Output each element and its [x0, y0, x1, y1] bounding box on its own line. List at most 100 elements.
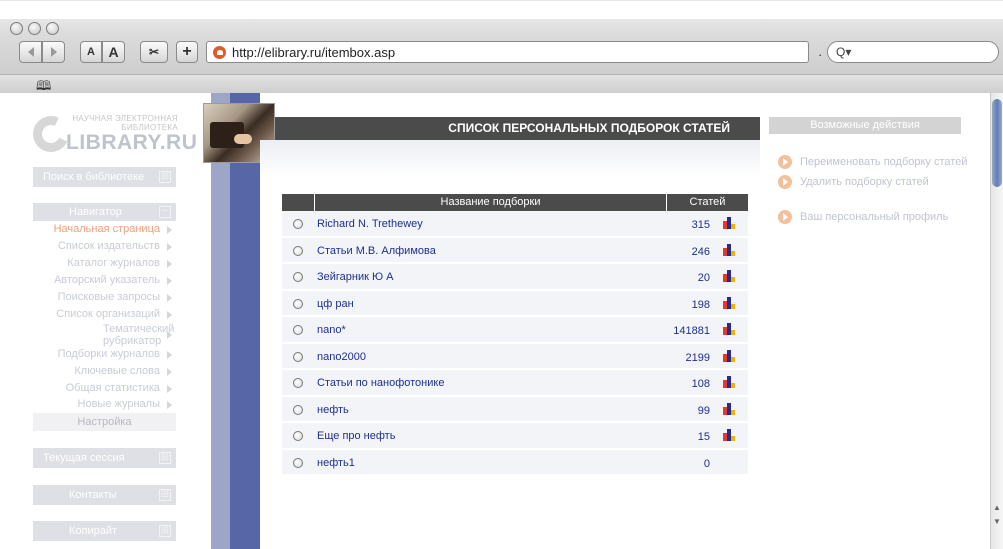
nav-new-journals-label: Новые журналы: [77, 398, 160, 410]
statistics-chart-icon[interactable]: [723, 217, 736, 229]
title-shadow: [260, 140, 760, 178]
address-bar[interactable]: http://elibrary.ru/itembox.asp: [206, 41, 809, 63]
forward-button[interactable]: [42, 41, 65, 63]
text-larger-button[interactable]: A: [102, 41, 125, 63]
scroll-down-icon[interactable]: ▼: [993, 517, 1001, 526]
table-row[interactable]: нефть 99: [282, 396, 748, 423]
expand-icon[interactable]: ⊞: [159, 452, 171, 464]
nav-author-index[interactable]: Авторский указатель: [33, 272, 176, 289]
article-count: 108: [691, 378, 710, 390]
statistics-chart-icon[interactable]: [723, 243, 736, 256]
table-row[interactable]: Richard N. Trethewey 315: [282, 211, 748, 238]
nav-journal-collections[interactable]: Подборки журналов: [33, 346, 176, 363]
table-row[interactable]: Зейгарник Ю А 20: [282, 264, 748, 291]
row-select-radio[interactable]: [293, 272, 303, 282]
row-select-radio[interactable]: [293, 325, 303, 335]
nav-settings[interactable]: Настройка: [33, 413, 176, 431]
nav-home[interactable]: Начальная страница: [33, 221, 176, 238]
nav-new-journals[interactable]: Новые журналы: [33, 396, 176, 413]
browser-toolbar: A A ✂ + http://elibrary.ru/itembox.asp ·…: [0, 0, 1003, 94]
collection-name-link[interactable]: nano2000: [317, 351, 366, 363]
nav-statistics[interactable]: Общая статистика: [33, 380, 176, 397]
row-select-radio[interactable]: [293, 431, 303, 441]
bookmarks-bar: 🕮: [0, 74, 1003, 94]
article-count: 315: [691, 219, 710, 231]
logo-tagline-line1: НАУЧНАЯ ЭЛЕКТРОННАЯ: [72, 114, 178, 123]
collection-name-link[interactable]: нефть: [317, 404, 349, 416]
copyright-block[interactable]: Копирайт ⊞: [33, 521, 176, 541]
collapse-icon[interactable]: −: [159, 206, 171, 218]
zoom-window-button[interactable]: [46, 22, 59, 35]
nav-keywords[interactable]: Ключевые слова: [33, 363, 176, 380]
row-select-radio[interactable]: [293, 245, 303, 256]
nav-statistics-label: Общая статистика: [65, 382, 160, 394]
nav-search-queries-label: Поисковые запросы: [57, 291, 160, 303]
table-row[interactable]: Статьи М.В. Алфимова 246: [282, 237, 748, 264]
nav-journal-catalog[interactable]: Каталог журналов: [33, 255, 176, 272]
chevron-right-icon: [167, 385, 172, 393]
table-row[interactable]: nano2000 2199: [282, 343, 748, 370]
table-row[interactable]: Статьи по нанофотонике 108: [282, 370, 748, 397]
current-session-block[interactable]: Текущая сессия ⊞: [33, 448, 176, 468]
add-bookmark-button[interactable]: +: [176, 41, 198, 63]
chevron-right-icon: [167, 368, 172, 376]
nav-rubricator[interactable]: Тематический рубрикатор: [33, 321, 176, 349]
site-favicon-icon: [213, 45, 226, 59]
statistics-chart-icon[interactable]: [723, 429, 736, 441]
article-count: 2199: [685, 351, 710, 364]
close-window-button[interactable]: [10, 22, 23, 35]
statistics-chart-icon[interactable]: [723, 349, 736, 362]
statistics-chart-icon[interactable]: [723, 323, 736, 335]
navigator-block[interactable]: Навигатор −: [33, 203, 176, 221]
expand-icon[interactable]: ⊞: [159, 525, 171, 537]
row-select-radio[interactable]: [293, 351, 303, 362]
table-row[interactable]: цф ран 198: [282, 290, 748, 317]
row-select-radio[interactable]: [293, 219, 303, 229]
minimize-window-button[interactable]: [28, 22, 41, 35]
scroll-up-icon[interactable]: ▲: [993, 503, 1001, 512]
statistics-chart-icon[interactable]: [723, 296, 736, 309]
logo-name: LIBRARY.RU: [66, 131, 198, 154]
logo-tagline: НАУЧНАЯ ЭЛЕКТРОННАЯ БИБЛИОТЕКА: [70, 114, 178, 132]
row-select-radio[interactable]: [293, 378, 303, 388]
scrollbar-thumb[interactable]: [992, 99, 1002, 187]
snippet-button[interactable]: ✂: [140, 41, 168, 63]
collection-name-link[interactable]: Еще про нефть: [317, 430, 395, 442]
statistics-chart-icon[interactable]: [723, 402, 736, 415]
table-row[interactable]: нефть1 0: [282, 449, 748, 476]
expand-icon[interactable]: ⊞: [159, 489, 171, 501]
collection-name-link[interactable]: цф ран: [317, 298, 354, 310]
personal-profile-action[interactable]: Ваш персональный профиль: [778, 210, 948, 224]
collection-name-link[interactable]: Статьи по нанофотонике: [317, 377, 444, 389]
row-select-radio[interactable]: [293, 457, 303, 468]
rename-collection-action[interactable]: Переименовать подборку статей: [778, 155, 967, 169]
contacts-block[interactable]: Контакты ⊞: [33, 485, 176, 505]
text-smaller-button[interactable]: A: [80, 41, 102, 63]
collection-name-link[interactable]: Статьи М.В. Алфимова: [317, 245, 436, 257]
statistics-chart-icon[interactable]: [723, 376, 736, 388]
vertical-scrollbar[interactable]: ▲ ▼: [990, 93, 1003, 549]
collection-name-link[interactable]: nano*: [317, 324, 346, 336]
row-select-radio[interactable]: [293, 298, 303, 309]
collection-name-link[interactable]: Зейгарник Ю А: [317, 271, 394, 283]
search-library-label: Поиск в библиотеке: [43, 171, 145, 183]
chevron-right-icon: [167, 351, 172, 359]
delete-collection-action[interactable]: Удалить подборку статей: [778, 175, 929, 189]
column-header-count: Статей: [666, 194, 748, 211]
nav-publishers[interactable]: Список издательств: [33, 238, 176, 255]
collection-name-link[interactable]: нефть1: [317, 457, 355, 469]
collection-name-link[interactable]: Richard N. Trethewey: [317, 218, 423, 230]
arrow-circle-icon: [778, 155, 792, 169]
table-row[interactable]: Еще про нефть 15: [282, 423, 748, 450]
back-button[interactable]: [19, 41, 42, 63]
search-library-block[interactable]: Поиск в библиотеке ⊞: [33, 167, 176, 187]
table-row[interactable]: nano* 141881: [282, 317, 748, 344]
address-dropdown-icon[interactable]: ·: [818, 47, 822, 62]
expand-icon[interactable]: ⊞: [159, 171, 171, 183]
row-select-radio[interactable]: [293, 404, 303, 415]
nav-search-queries[interactable]: Поисковые запросы: [33, 289, 176, 306]
nav-rubricator-label: Тематический рубрикатор: [103, 323, 175, 347]
rename-collection-label: Переименовать подборку статей: [800, 156, 968, 168]
search-field[interactable]: Q▾: [827, 41, 999, 63]
statistics-chart-icon[interactable]: [723, 270, 736, 282]
